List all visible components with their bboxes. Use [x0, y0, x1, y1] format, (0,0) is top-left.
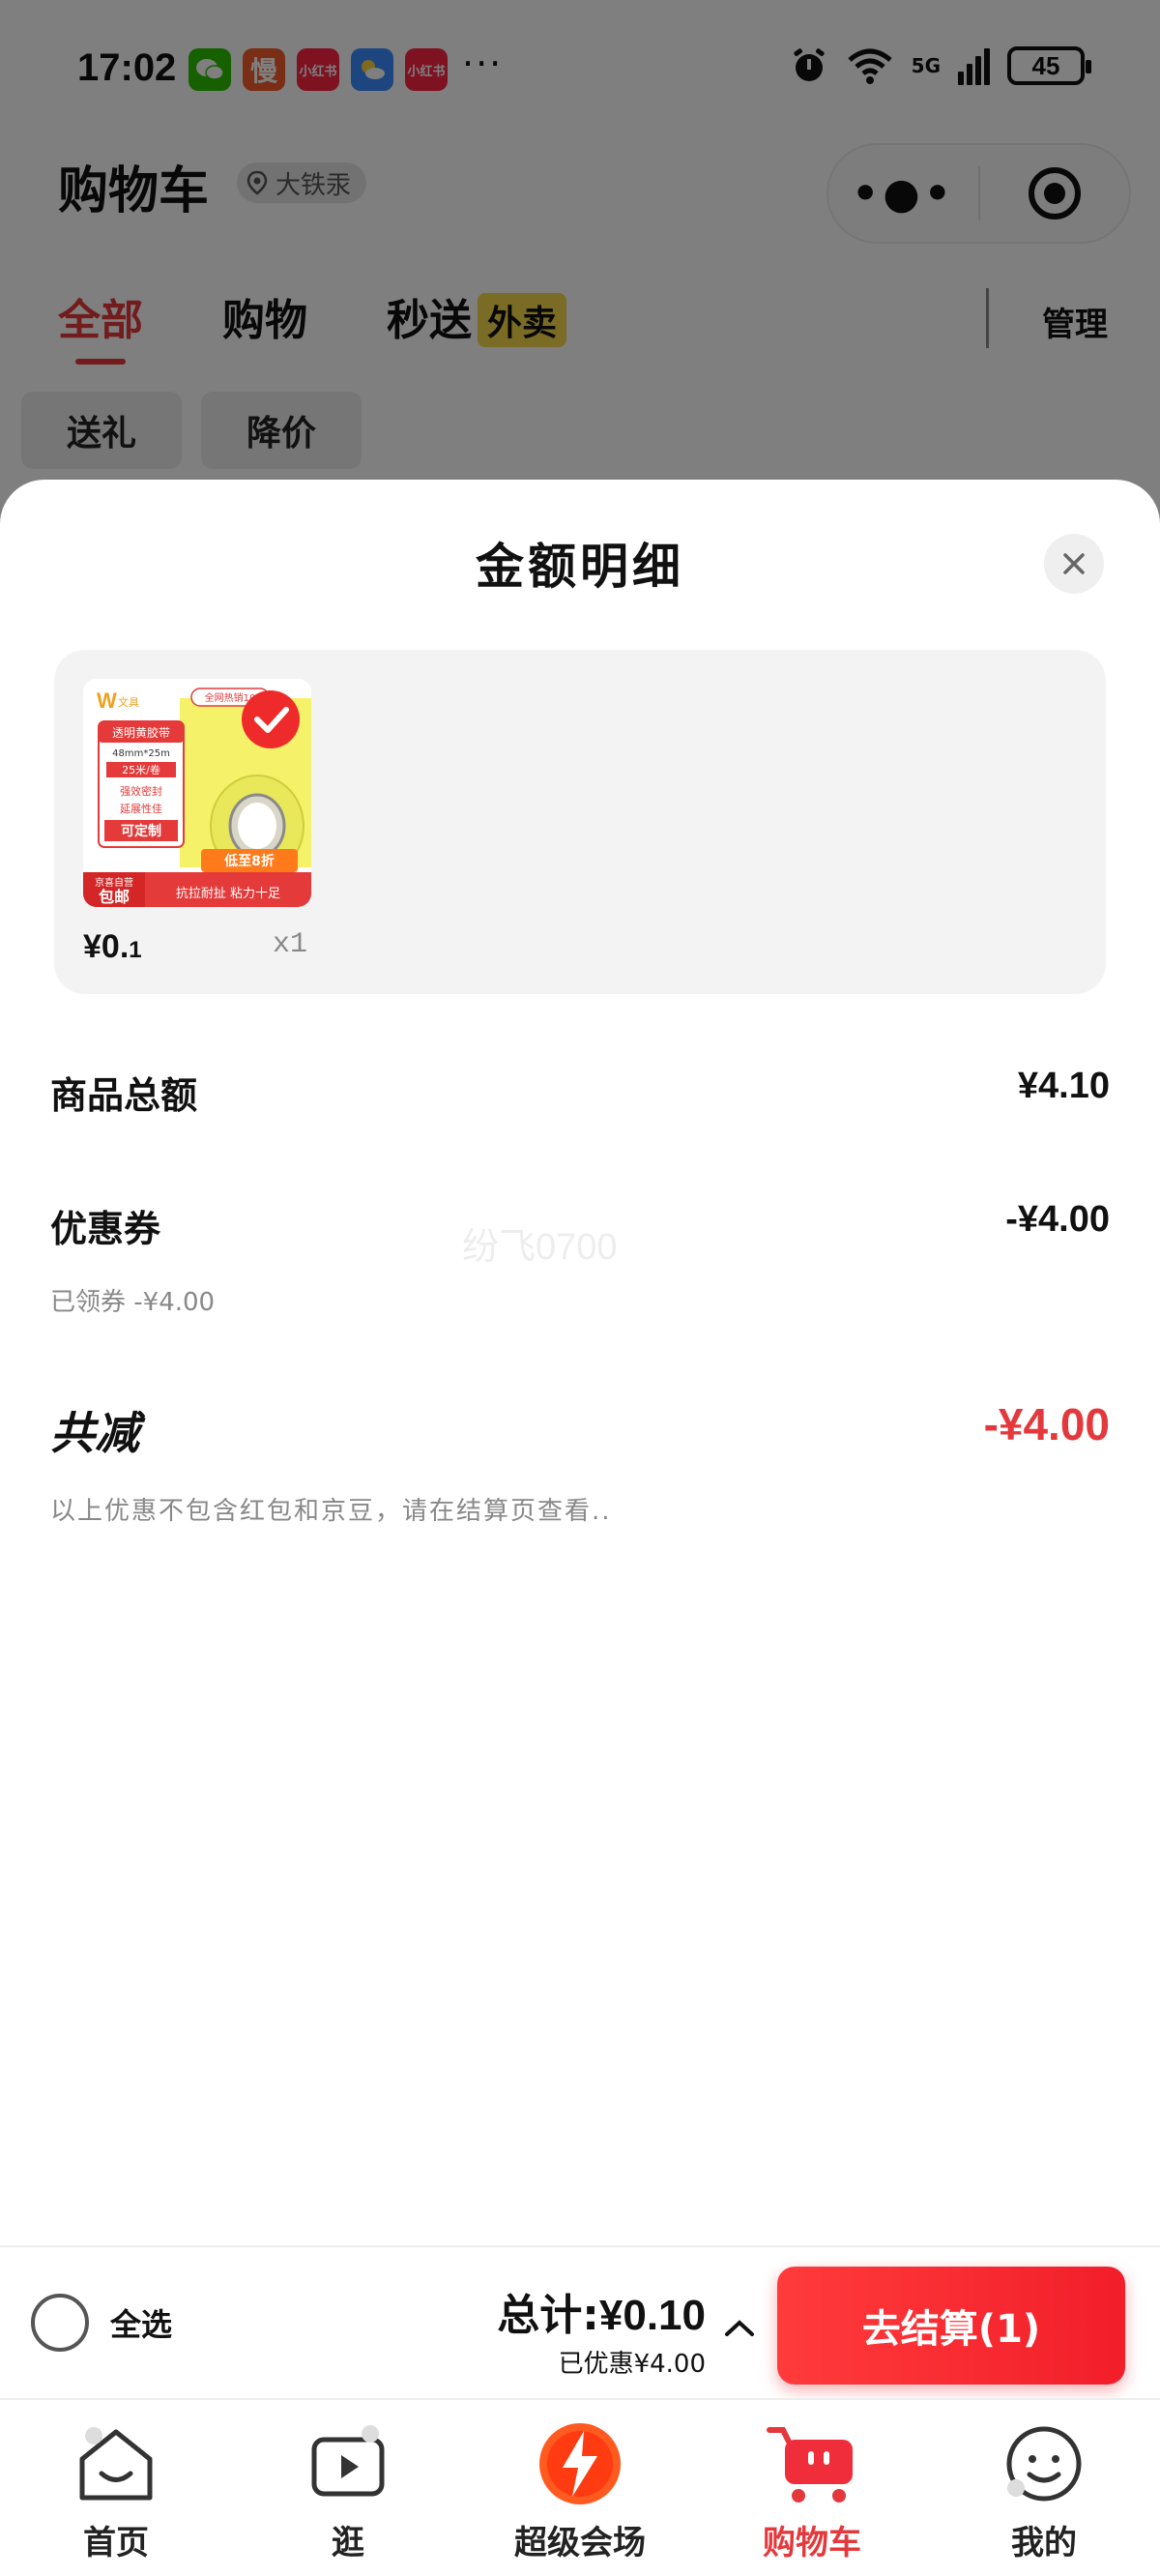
thumb-line-5: 延展性佳 [120, 802, 162, 815]
goods-total-value: ¥4.10 [1017, 1066, 1110, 1106]
close-sheet-button[interactable] [1044, 534, 1104, 594]
sheet-title: 金额明细 [476, 538, 684, 595]
select-all-label: 全选 [110, 2306, 173, 2343]
tabbar-item-super-venue[interactable]: 超级会场 [464, 2400, 696, 2576]
tabbar-label-profile: 我的 [1011, 2524, 1077, 2562]
thumb-brand: 文具 [118, 695, 139, 709]
total-line: 总计:¥0.10 [497, 2280, 706, 2342]
tabbar-label-home: 首页 [83, 2524, 149, 2562]
checkout-button[interactable]: 去结算(1) [777, 2267, 1125, 2385]
super-venue-icon [532, 2415, 628, 2512]
coupon-label: 优惠券 [50, 1207, 161, 1250]
profile-icon [996, 2415, 1092, 2512]
total-prefix: 总计: [497, 2291, 599, 2340]
watermark-text: 纷飞0700 [462, 1227, 618, 1268]
bottom-tab-bar: 首页 逛 超级会场 购物车 我的 [0, 2398, 1160, 2576]
total-amount: ¥0.10 [598, 2292, 706, 2339]
goods-total-label: 商品总额 [50, 1073, 198, 1117]
video-icon [300, 2415, 396, 2512]
product-thumbnail[interactable]: 透明黄胶带 48mm*25m 25米/卷 强效密封 延展性佳 可定制 W 文具 … [83, 679, 311, 907]
thumb-line-4: 强效密封 [120, 784, 162, 798]
thumb-line-2: 48mm*25m [112, 748, 170, 759]
coupon-claimed-note: 已领券 -¥4.00 [50, 1288, 216, 1317]
product-price-small: 1 [129, 937, 142, 963]
select-all-radio[interactable] [31, 2294, 89, 2352]
thumb-line-6: 可定制 [121, 823, 161, 839]
total-reduction-label: 共减 [50, 1407, 139, 1459]
chevron-up-icon[interactable] [723, 2317, 756, 2338]
tabbar-item-profile[interactable]: 我的 [928, 2400, 1160, 2576]
checkout-bar: 全选 总计:¥0.10 已优惠¥4.00 去结算(1) [0, 2245, 1160, 2398]
thumb-line-1: 透明黄胶带 [112, 725, 170, 740]
select-all-toggle[interactable]: 全选 [31, 2294, 172, 2352]
thumb-promo: 低至8折 [223, 853, 275, 869]
product-price-main: ¥0. [83, 928, 130, 965]
tabbar-label-browse: 逛 [332, 2524, 364, 2562]
close-icon [1063, 553, 1085, 574]
discount-note: 以上优惠不包含红包和京豆，请在结算页查看.. [50, 1497, 612, 1526]
home-icon [68, 2415, 164, 2512]
product-card: 透明黄胶带 48mm*25m 25米/卷 强效密封 延展性佳 可定制 W 文具 … [54, 650, 1106, 994]
order-total[interactable]: 总计:¥0.10 已优惠¥4.00 [497, 2280, 706, 2380]
thumb-bottom-left-2: 包邮 [99, 888, 130, 906]
product-price: ¥0.1 [83, 928, 142, 966]
tape-product-image: 透明黄胶带 48mm*25m 25米/卷 强效密封 延展性佳 可定制 W 文具 … [83, 679, 311, 907]
tabbar-item-home[interactable]: 首页 [0, 2400, 232, 2576]
total-discount: 已优惠¥4.00 [558, 2350, 706, 2379]
thumb-bottom-right: 抗拉耐扯 粘力十足 [176, 887, 280, 901]
total-reduction-value: -¥4.00 [983, 1399, 1110, 1449]
product-quantity: x1 [273, 928, 308, 961]
cart-icon [764, 2415, 860, 2512]
coupon-value: -¥4.00 [1005, 1199, 1110, 1240]
thumb-line-3: 25米/卷 [122, 763, 160, 776]
tabbar-label-super-venue: 超级会场 [514, 2524, 646, 2562]
tabbar-item-cart[interactable]: 购物车 [696, 2400, 928, 2576]
tabbar-label-cart: 购物车 [763, 2524, 861, 2562]
svg-text:W: W [97, 688, 117, 713]
tabbar-item-browse[interactable]: 逛 [232, 2400, 464, 2576]
